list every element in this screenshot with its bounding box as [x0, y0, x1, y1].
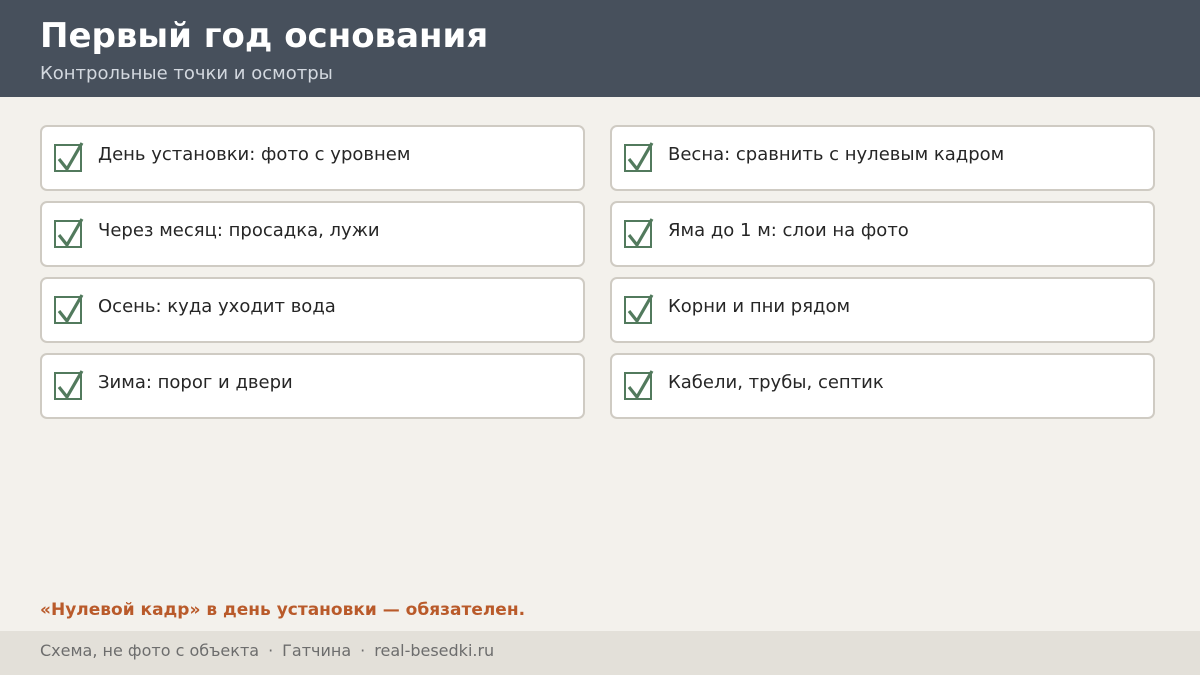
- important-note: «Нулевой кадр» в день установки — обязат…: [40, 600, 526, 620]
- page-subtitle: Контрольные точки и осмотры: [40, 63, 333, 84]
- checklist-item: Корни и пни рядом: [610, 277, 1155, 343]
- checkbox-checked-icon[interactable]: [624, 370, 654, 400]
- checklist-item: Через месяц: просадка, лужи: [40, 201, 585, 267]
- checklist-item-label: Кабели, трубы, септик: [668, 372, 884, 393]
- checklist-item: Зима: порог и двери: [40, 353, 585, 419]
- checklist-item: Осень: куда уходит вода: [40, 277, 585, 343]
- checklist-item-label: Яма до 1 м: слои на фото: [668, 220, 909, 241]
- footer-city: Гатчина: [282, 641, 352, 660]
- checkbox-checked-icon[interactable]: [54, 218, 84, 248]
- checklist-item-label: Зима: порог и двери: [98, 372, 293, 393]
- checklist-item: Весна: сравнить с нулевым кадром: [610, 125, 1155, 191]
- footer-site-link[interactable]: real-besedki.ru: [374, 641, 494, 660]
- checklist-item-label: День установки: фото с уровнем: [98, 144, 411, 165]
- checklist-item: Яма до 1 м: слои на фото: [610, 201, 1155, 267]
- checkbox-checked-icon[interactable]: [54, 142, 84, 172]
- checkbox-checked-icon[interactable]: [624, 294, 654, 324]
- checkbox-checked-icon[interactable]: [624, 142, 654, 172]
- checklist-item: Кабели, трубы, септик: [610, 353, 1155, 419]
- checkbox-checked-icon[interactable]: [54, 294, 84, 324]
- checklist-item-label: Через месяц: просадка, лужи: [98, 220, 380, 241]
- checklist-item-label: Корни и пни рядом: [668, 296, 851, 317]
- checklist-item: День установки: фото с уровнем: [40, 125, 585, 191]
- footer-caption: Схема, не фото с объекта: [40, 641, 260, 660]
- checklist-item-label: Осень: куда уходит вода: [98, 296, 336, 317]
- checklist-item-label: Весна: сравнить с нулевым кадром: [668, 144, 1005, 165]
- checkbox-checked-icon[interactable]: [54, 370, 84, 400]
- footer-separator: ·: [268, 641, 274, 660]
- header: Первый год основания Контрольные точки и…: [0, 0, 1200, 97]
- footer-separator: ·: [360, 641, 366, 660]
- checkbox-checked-icon[interactable]: [624, 218, 654, 248]
- page-title: Первый год основания: [40, 16, 489, 56]
- footer: Схема, не фото с объекта · Гатчина · real-be…: [0, 631, 1200, 675]
